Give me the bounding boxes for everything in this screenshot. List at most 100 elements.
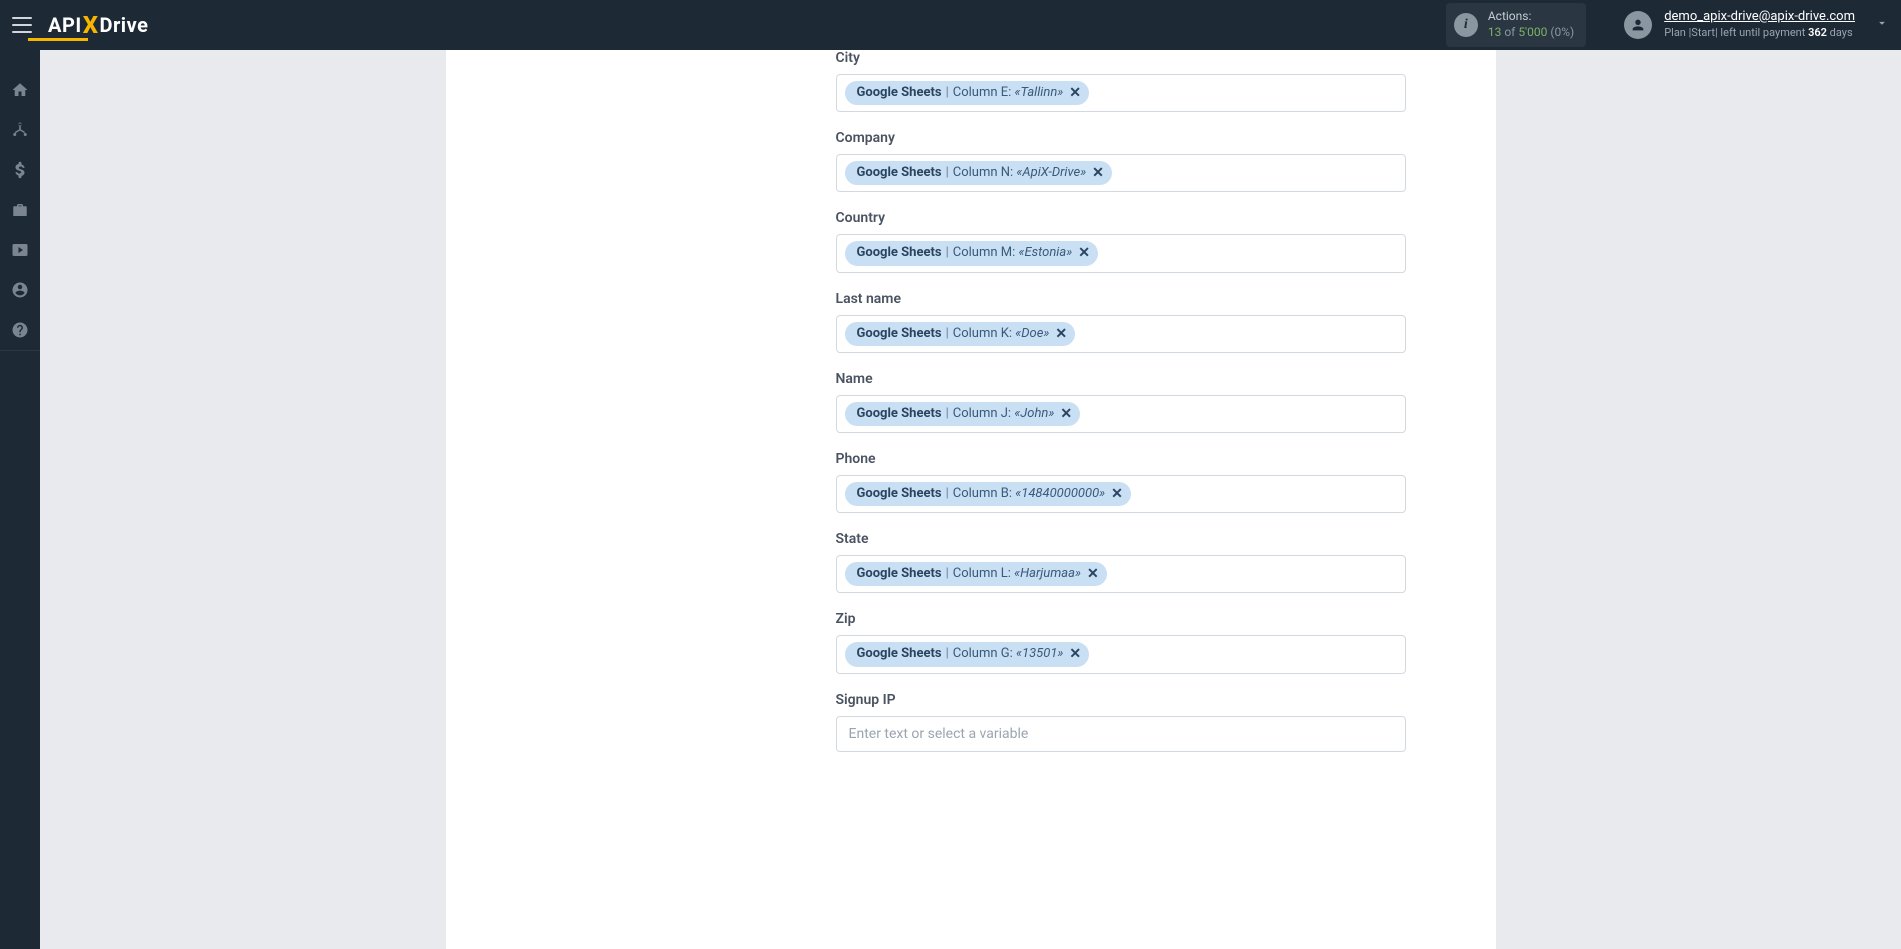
logo[interactable]: API X Drive: [48, 11, 148, 39]
variable-tag[interactable]: Google Sheets | Column K: «Doe» ✕: [845, 322, 1076, 346]
tag-column: Column L:: [953, 565, 1011, 583]
tag-value: «Doe»: [1015, 325, 1049, 343]
field-group: Last name Google Sheets | Column K: «Doe…: [836, 291, 1406, 353]
tag-separator: |: [946, 645, 949, 663]
actions-text: Actions: 13 of 5'000 (0%): [1488, 9, 1574, 40]
sidebar: [0, 50, 40, 949]
field-label: Zip: [836, 611, 1406, 627]
info-icon: i: [1454, 13, 1478, 37]
tag-source: Google Sheets: [857, 244, 942, 262]
tag-source: Google Sheets: [857, 405, 942, 423]
tag-remove-icon[interactable]: ✕: [1060, 407, 1072, 421]
tag-source: Google Sheets: [857, 325, 942, 343]
field-label: Phone: [836, 451, 1406, 467]
tag-column: Column K:: [953, 325, 1012, 343]
tag-column: Column M:: [953, 244, 1016, 262]
variable-tag[interactable]: Google Sheets | Column L: «Harjumaa» ✕: [845, 562, 1107, 586]
variable-tag[interactable]: Google Sheets | Column J: «John» ✕: [845, 402, 1081, 426]
tag-separator: |: [946, 244, 949, 262]
field-input[interactable]: Enter text or select a variable: [836, 716, 1406, 752]
field-label: State: [836, 531, 1406, 547]
tag-remove-icon[interactable]: ✕: [1055, 327, 1067, 341]
tag-column: Column B:: [953, 485, 1012, 503]
field-label: Last name: [836, 291, 1406, 307]
user-info[interactable]: demo_apix-drive@apix-drive.com Plan |Sta…: [1664, 9, 1855, 40]
tag-separator: |: [946, 485, 949, 503]
field-input[interactable]: Google Sheets | Column K: «Doe» ✕: [836, 315, 1406, 353]
field-input[interactable]: Google Sheets | Column B: «14840000000» …: [836, 475, 1406, 513]
content-panel: City Google Sheets | Column E: «Tallinn»…: [446, 50, 1496, 949]
tag-source: Google Sheets: [857, 164, 942, 182]
tag-remove-icon[interactable]: ✕: [1092, 166, 1104, 180]
user-plan: Plan |Start| left until payment 362 days: [1664, 26, 1855, 40]
menu-toggle-button[interactable]: [12, 17, 32, 33]
actions-info-box[interactable]: i Actions: 13 of 5'000 (0%): [1446, 3, 1586, 46]
field-group: Phone Google Sheets | Column B: «1484000…: [836, 451, 1406, 513]
tag-source: Google Sheets: [857, 565, 942, 583]
logo-text-suffix: Drive: [99, 13, 148, 37]
field-label: Name: [836, 371, 1406, 387]
tag-column: Column E:: [953, 84, 1012, 102]
sidebar-help-icon[interactable]: [0, 310, 40, 350]
field-group: Signup IP Enter text or select a variabl…: [836, 692, 1406, 752]
tag-separator: |: [946, 405, 949, 423]
sidebar-home-icon[interactable]: [0, 70, 40, 110]
variable-tag[interactable]: Google Sheets | Column E: «Tallinn» ✕: [845, 81, 1090, 105]
tag-value: «13501»: [1016, 645, 1063, 663]
tag-remove-icon[interactable]: ✕: [1111, 487, 1123, 501]
user-avatar-icon[interactable]: [1624, 11, 1652, 39]
sidebar-account-icon[interactable]: [0, 270, 40, 310]
field-group: Name Google Sheets | Column J: «John» ✕: [836, 371, 1406, 433]
mapping-form: City Google Sheets | Column E: «Tallinn»…: [836, 50, 1406, 752]
tag-value: «Tallinn»: [1015, 84, 1064, 102]
tag-remove-icon[interactable]: ✕: [1078, 246, 1090, 260]
variable-tag[interactable]: Google Sheets | Column G: «13501» ✕: [845, 642, 1090, 666]
tag-value: «14840000000»: [1015, 485, 1105, 503]
tag-value: «ApiX-Drive»: [1016, 164, 1086, 182]
variable-tag[interactable]: Google Sheets | Column M: «Estonia» ✕: [845, 241, 1098, 265]
field-label: City: [836, 50, 1406, 66]
tag-column: Column J:: [953, 405, 1011, 423]
field-input[interactable]: Google Sheets | Column M: «Estonia» ✕: [836, 234, 1406, 272]
sidebar-video-icon[interactable]: [0, 230, 40, 270]
field-input[interactable]: Google Sheets | Column G: «13501» ✕: [836, 635, 1406, 673]
tag-separator: |: [946, 164, 949, 182]
sidebar-briefcase-icon[interactable]: [0, 190, 40, 230]
logo-text: API: [48, 13, 82, 37]
tag-separator: |: [946, 84, 949, 102]
field-input[interactable]: Google Sheets | Column J: «John» ✕: [836, 395, 1406, 433]
sidebar-billing-icon[interactable]: [0, 150, 40, 190]
main-area: City Google Sheets | Column E: «Tallinn»…: [40, 50, 1901, 949]
logo-underline: [28, 38, 88, 41]
tag-remove-icon[interactable]: ✕: [1069, 86, 1081, 100]
field-group: Country Google Sheets | Column M: «Eston…: [836, 210, 1406, 272]
header-bar: API X Drive i Actions: 13 of 5'000 (0%) …: [0, 0, 1901, 50]
tag-value: «John»: [1014, 405, 1054, 423]
field-input[interactable]: Google Sheets | Column E: «Tallinn» ✕: [836, 74, 1406, 112]
variable-tag[interactable]: Google Sheets | Column B: «14840000000» …: [845, 482, 1131, 506]
tag-remove-icon[interactable]: ✕: [1069, 647, 1081, 661]
field-input[interactable]: Google Sheets | Column L: «Harjumaa» ✕: [836, 555, 1406, 593]
field-group: City Google Sheets | Column E: «Tallinn»…: [836, 50, 1406, 112]
tag-value: «Harjumaa»: [1014, 565, 1081, 583]
tag-separator: |: [946, 565, 949, 583]
tag-separator: |: [946, 325, 949, 343]
field-input[interactable]: Google Sheets | Column N: «ApiX-Drive» ✕: [836, 154, 1406, 192]
field-group: Company Google Sheets | Column N: «ApiX-…: [836, 130, 1406, 192]
user-email: demo_apix-drive@apix-drive.com: [1664, 9, 1855, 26]
tag-column: Column N:: [953, 164, 1013, 182]
sidebar-connections-icon[interactable]: [0, 110, 40, 150]
field-label: Country: [836, 210, 1406, 226]
field-group: State Google Sheets | Column L: «Harjuma…: [836, 531, 1406, 593]
tag-remove-icon[interactable]: ✕: [1087, 567, 1099, 581]
variable-tag[interactable]: Google Sheets | Column N: «ApiX-Drive» ✕: [845, 161, 1112, 185]
tag-value: «Estonia»: [1019, 244, 1073, 262]
field-label: Company: [836, 130, 1406, 146]
tag-source: Google Sheets: [857, 84, 942, 102]
field-group: Zip Google Sheets | Column G: «13501» ✕: [836, 611, 1406, 673]
tag-source: Google Sheets: [857, 485, 942, 503]
field-label: Signup IP: [836, 692, 1406, 708]
tag-column: Column G:: [953, 645, 1013, 663]
logo-x: X: [83, 11, 99, 39]
user-menu-chevron-icon[interactable]: [1875, 16, 1889, 34]
